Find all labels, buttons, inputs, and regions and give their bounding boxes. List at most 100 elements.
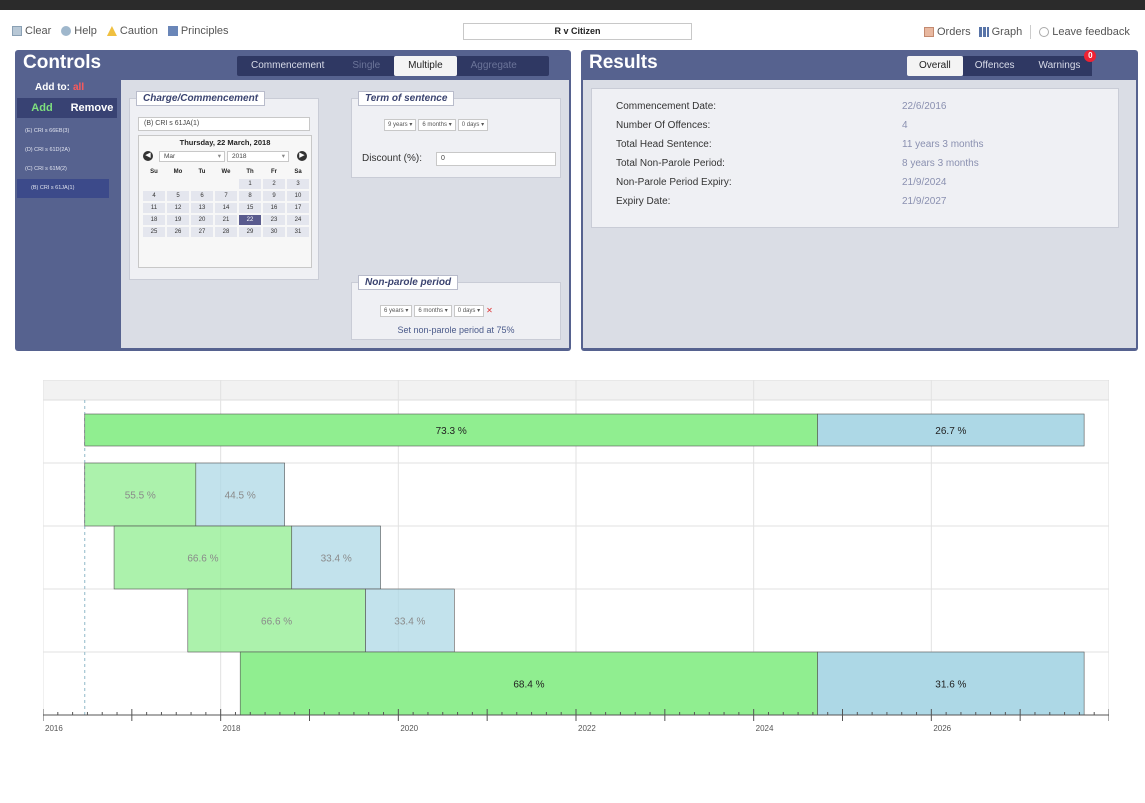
calendar-grid: Su Mo Tu We Th Fr Sa 1 2 3 4 5 6 7 8 9 10 11 12 13 14 15 16 17 1… <box>143 167 309 237</box>
npp-percent-label: 66.6 % <box>261 617 292 628</box>
tab-offences[interactable]: Offences <box>962 56 1027 76</box>
calendar-day[interactable]: 17 <box>287 203 309 213</box>
calendar-day[interactable]: 19 <box>167 215 189 225</box>
offence-item-e[interactable]: (E) CRI s 66EB(3) <box>17 122 109 141</box>
calendar-day[interactable]: 20 <box>191 215 213 225</box>
year-select[interactable]: 2018 ▾ <box>227 151 289 162</box>
calendar-day[interactable]: 13 <box>191 203 213 213</box>
term-years-select[interactable]: 9 years ▾ <box>384 119 417 131</box>
set-npp-75-link[interactable]: Set non-parole period at 75% <box>352 325 560 335</box>
tab-overall[interactable]: Overall <box>907 56 963 76</box>
calendar-day[interactable]: 26 <box>167 227 189 237</box>
calendar-day[interactable]: 9 <box>263 191 285 201</box>
case-title-input[interactable]: R v Citizen <box>463 23 692 40</box>
calendar-day[interactable]: 12 <box>167 203 189 213</box>
principles-button[interactable]: Principles <box>167 25 229 37</box>
controls-title: Controls <box>23 52 102 73</box>
head-percent-label: 31.6 % <box>935 680 966 691</box>
result-value: 21/9/2024 <box>902 177 947 188</box>
npp-months-select[interactable]: 6 months ▾ <box>414 305 452 317</box>
calendar-day[interactable]: 30 <box>263 227 285 237</box>
npp-percent-label: 55.5 % <box>125 491 156 502</box>
bar-chart-icon <box>978 27 989 37</box>
calendar-day[interactable]: 6 <box>191 191 213 201</box>
calendar-day[interactable]: 15 <box>239 203 261 213</box>
calendar-day[interactable]: 29 <box>239 227 261 237</box>
calendar-blank <box>143 179 165 189</box>
next-month-icon[interactable]: ▶ <box>297 151 307 161</box>
calendar-day[interactable]: 22 <box>239 215 261 225</box>
warnings-count-badge: 0 <box>1084 50 1097 62</box>
npp-years-select[interactable]: 6 years ▾ <box>380 305 413 317</box>
term-days-select[interactable]: 0 days ▾ <box>457 119 489 131</box>
graph-button[interactable]: Graph <box>978 26 1022 38</box>
tab-warnings[interactable]: Warnings 0 <box>1026 50 1097 76</box>
calendar-day[interactable]: 18 <box>143 215 165 225</box>
calendar-day[interactable]: 2 <box>263 179 285 189</box>
term-months-select[interactable]: 6 months ▾ <box>418 119 456 131</box>
sentence-timeline-chart: 73.3 % 26.7 % 55.5 % 44.5 % 66.6 % 33.4 % 66.6… <box>43 380 1109 735</box>
calendar-day[interactable]: 23 <box>263 215 285 225</box>
controls-tabs: Commencement Single Multiple Aggregate <box>237 56 549 76</box>
calendar-day[interactable]: 31 <box>287 227 309 237</box>
offence-item-c[interactable]: (C) CRI s 61M(2) <box>17 160 109 179</box>
chevron-down-icon: ▾ <box>281 153 285 160</box>
help-button[interactable]: Help <box>61 25 97 37</box>
weekday-header: Mo <box>173 169 183 175</box>
controls-body: Charge/Commencement (B) CRI s 61JA(1) Th… <box>121 80 569 348</box>
calendar-day[interactable]: 10 <box>287 191 309 201</box>
tab-single[interactable]: Single <box>338 56 394 76</box>
tab-commencement[interactable]: Commencement <box>237 56 338 76</box>
head-percent-label: 26.7 % <box>935 426 966 437</box>
book-icon <box>167 26 178 36</box>
tab-multiple[interactable]: Multiple <box>394 56 457 76</box>
calendar: Thursday, 22 March, 2018 ◀ Mar ▾ 2018 ▾ ▶ … <box>138 135 312 268</box>
calendar-day[interactable]: 14 <box>215 203 237 213</box>
calendar-day[interactable]: 27 <box>191 227 213 237</box>
offence-item-b[interactable]: (B) CRI s 61JA(1) <box>17 179 109 198</box>
calendar-day[interactable]: 1 <box>239 179 261 189</box>
clear-icon <box>12 26 22 36</box>
npp-percent-label: 73.3 % <box>436 426 467 437</box>
calendar-day[interactable]: 4 <box>143 191 165 201</box>
caution-button[interactable]: Caution <box>106 25 158 37</box>
term-fieldset: Term of sentence 9 years ▾ 6 months ▾ 0 … <box>351 91 561 178</box>
result-label: Total Head Sentence: <box>616 139 712 150</box>
weekday-header: We <box>221 169 231 175</box>
calendar-day[interactable]: 16 <box>263 203 285 213</box>
calendar-day[interactable]: 7 <box>215 191 237 201</box>
offence-item-d[interactable]: (D) CRI s 61D(2A) <box>17 141 109 160</box>
calendar-title: Thursday, 22 March, 2018 <box>179 138 271 147</box>
toolbar-divider <box>1030 25 1032 39</box>
tab-aggregate[interactable]: Aggregate <box>457 56 531 76</box>
orders-icon <box>924 27 934 37</box>
prev-month-icon[interactable]: ◀ <box>143 151 153 161</box>
npp-legend: Non-parole period <box>358 275 459 290</box>
clear-npp-icon[interactable]: ✕ <box>486 305 493 317</box>
chevron-down-icon: ▾ <box>217 153 221 160</box>
charge-select[interactable]: (B) CRI s 61JA(1) <box>138 117 310 131</box>
add-to-value[interactable]: all <box>73 82 84 93</box>
offence-list: (E) CRI s 66EB(3) (D) CRI s 61D(2A) (C) … <box>17 122 109 198</box>
add-offence-button[interactable]: Add <box>17 98 67 118</box>
result-value: 8 years 3 months <box>902 158 979 169</box>
x-tick-label: 2016 <box>45 724 63 733</box>
calendar-day[interactable]: 25 <box>143 227 165 237</box>
calendar-day[interactable]: 28 <box>215 227 237 237</box>
calendar-day[interactable]: 24 <box>287 215 309 225</box>
calendar-day[interactable]: 8 <box>239 191 261 201</box>
calendar-day[interactable]: 3 <box>287 179 309 189</box>
feedback-button[interactable]: Leave feedback <box>1039 26 1130 38</box>
calendar-day[interactable]: 11 <box>143 203 165 213</box>
npp-days-select[interactable]: 0 days ▾ <box>453 305 485 317</box>
weekday-header: Th <box>246 169 254 175</box>
month-select[interactable]: Mar ▾ <box>159 151 225 162</box>
orders-button[interactable]: Orders <box>924 26 971 38</box>
npp-percent-label: 66.6 % <box>187 554 218 565</box>
clear-button[interactable]: Clear <box>12 25 51 37</box>
calendar-day[interactable]: 5 <box>167 191 189 201</box>
discount-input[interactable]: 0 <box>436 152 556 166</box>
remove-offence-button[interactable]: Remove <box>67 98 117 118</box>
result-label: Total Non-Parole Period: <box>616 158 725 169</box>
calendar-day[interactable]: 21 <box>215 215 237 225</box>
